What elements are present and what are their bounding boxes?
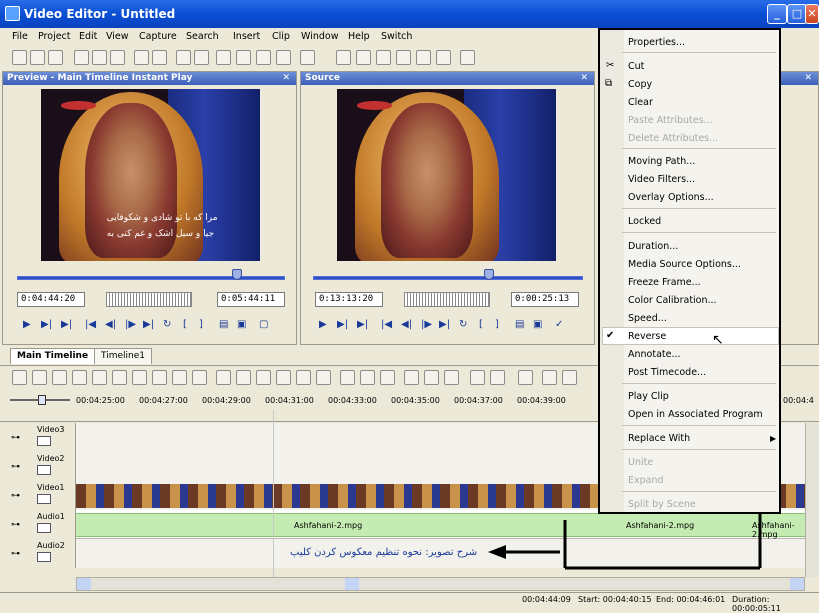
menu-item-cut[interactable]: Cut [628, 61, 644, 72]
status-end: End: 00:04:46:01 [656, 595, 726, 604]
submenu-arrow-icon: ▶ [770, 434, 777, 443]
menu-item-properties[interactable]: Properties... [628, 37, 685, 48]
status-start: Start: 00:04:40:15 [578, 595, 652, 604]
menu-separator [622, 425, 776, 426]
menu-item-reverse[interactable]: Reverse [628, 331, 666, 342]
menu-item-paste-attributes: Paste Attributes... [628, 115, 713, 126]
menu-item-color-calibration[interactable]: Color Calibration... [628, 295, 717, 306]
status-bar: 00:04:44:09 Start: 00:04:40:15 End: 00:0… [0, 592, 819, 613]
menu-separator [622, 383, 776, 384]
menu-separator [622, 52, 776, 53]
context-menu: Properties... ✂ Cut ⧉ Copy Clear Paste A… [598, 28, 781, 514]
status-duration: Duration: 00:00:05:11 [732, 595, 781, 613]
menu-item-open-associated[interactable]: Open in Associated Program [628, 409, 763, 420]
menu-separator [622, 148, 776, 149]
menu-item-duration[interactable]: Duration... [628, 241, 678, 252]
menu-item-split-by-scene: Split by Scene [628, 499, 696, 510]
cut-icon: ✂ [606, 60, 615, 71]
menu-item-video-filters[interactable]: Video Filters... [628, 174, 695, 185]
status-position: 00:04:44:09 [522, 595, 571, 604]
checkmark-icon: ✔ [606, 330, 615, 341]
menu-item-moving-path[interactable]: Moving Path... [628, 156, 695, 167]
menu-item-replace-with[interactable]: Replace With [628, 433, 690, 444]
copy-icon: ⧉ [605, 78, 613, 89]
menu-item-copy[interactable]: Copy [628, 79, 652, 90]
menu-item-media-source-options[interactable]: Media Source Options... [628, 259, 741, 270]
arrow-head-annotation [488, 545, 506, 559]
menu-item-delete-attributes: Delete Attributes... [628, 133, 719, 144]
menu-gutter [600, 30, 624, 512]
menu-item-play-clip[interactable]: Play Clip [628, 391, 669, 402]
menu-item-post-timecode[interactable]: Post Timecode... [628, 367, 706, 378]
menu-item-overlay-options[interactable]: Overlay Options... [628, 192, 714, 203]
menu-item-expand: Expand [628, 475, 664, 486]
menu-item-annotate[interactable]: Annotate... [628, 349, 681, 360]
menu-item-unite: Unite [628, 457, 654, 468]
mouse-cursor-icon: ↖ [712, 332, 724, 348]
menu-item-freeze-frame[interactable]: Freeze Frame... [628, 277, 701, 288]
menu-separator [622, 232, 776, 233]
menu-separator [622, 491, 776, 492]
menu-item-clear[interactable]: Clear [628, 97, 653, 108]
menu-separator [622, 449, 776, 450]
menu-item-speed[interactable]: Speed... [628, 313, 667, 324]
menu-item-locked[interactable]: Locked [628, 216, 661, 227]
menu-separator [622, 208, 776, 209]
